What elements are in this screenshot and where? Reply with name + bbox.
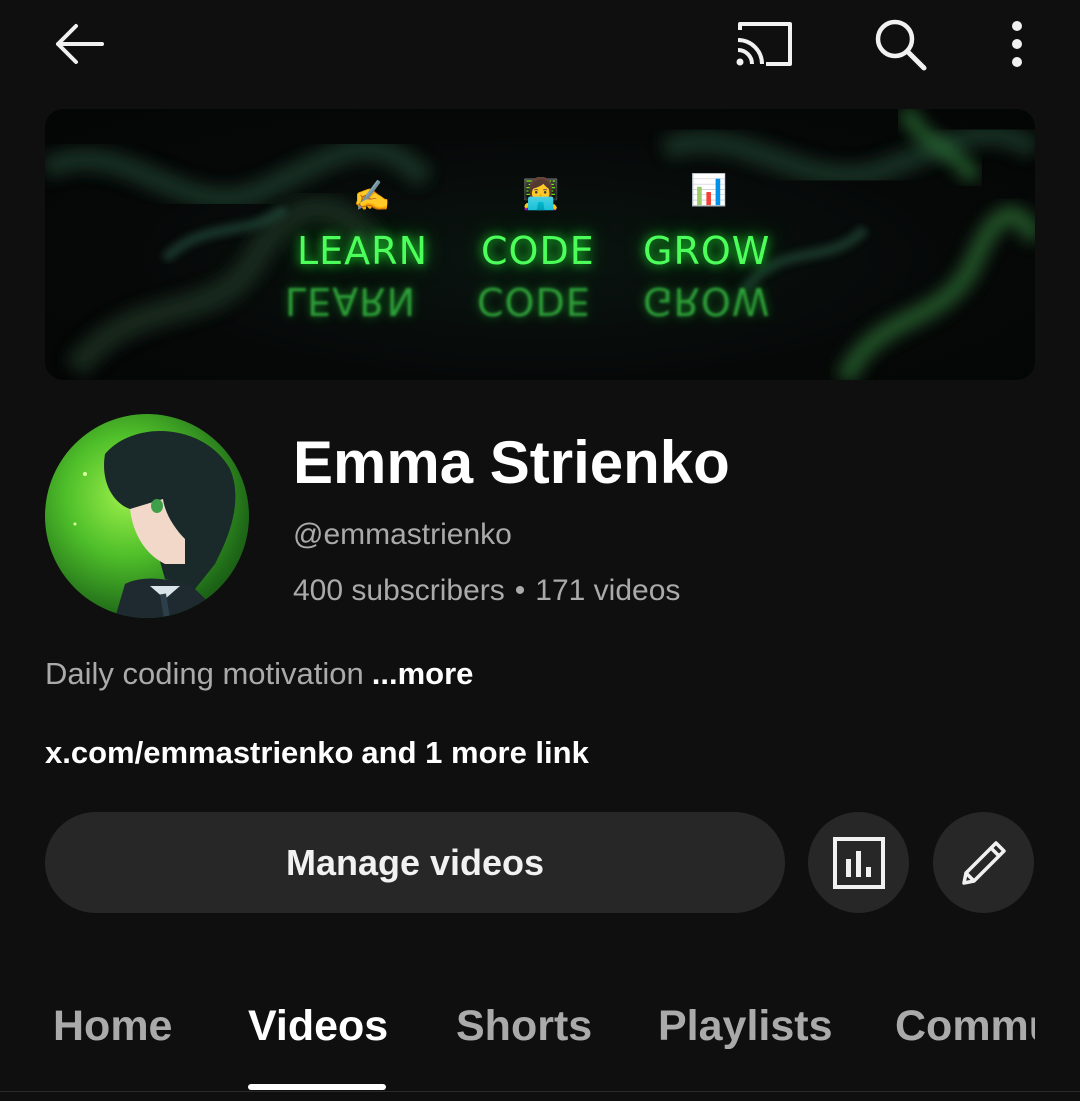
tab-playlists[interactable]: Playlists — [658, 1002, 833, 1051]
search-button[interactable] — [866, 12, 934, 76]
channel-tabs: Home Videos Shorts Playlists Commu — [0, 990, 1080, 1101]
video-count: 171 videos — [535, 574, 681, 607]
tab-videos[interactable]: Videos — [248, 1002, 388, 1051]
description-more-link[interactable]: ...more — [372, 656, 474, 691]
banner-reflection-learn: LEARN — [285, 279, 417, 323]
pencil-icon — [961, 840, 1006, 885]
channel-handle: @emmastrienko — [293, 518, 512, 551]
analytics-icon — [832, 836, 885, 889]
banner-word-learn: LEARN — [297, 229, 429, 273]
channel-more-links[interactable]: and 1 more link — [361, 735, 588, 770]
channel-link-url[interactable]: x.com/emmastrienko — [45, 735, 353, 770]
avatar-illustration — [73, 431, 236, 618]
banner-word-grow: GROW — [643, 229, 771, 273]
channel-description[interactable]: Daily coding motivation ...more — [45, 656, 473, 692]
writing-hand-emoji: ✍ — [353, 180, 391, 213]
bar-chart-emoji: 📊 — [690, 174, 728, 207]
subscriber-count: 400 subscribers — [293, 574, 505, 607]
cast-button[interactable] — [728, 14, 800, 74]
banner-word-code: CODE — [481, 229, 595, 273]
edit-channel-button[interactable] — [933, 812, 1034, 913]
tab-shorts[interactable]: Shorts — [456, 1002, 592, 1051]
manage-videos-button[interactable]: Manage videos — [45, 812, 785, 913]
analytics-button[interactable] — [808, 812, 909, 913]
tab-community[interactable]: Commu — [895, 1002, 1035, 1051]
search-icon — [875, 19, 927, 71]
banner-reflection-grow: GROW — [643, 279, 771, 323]
banner-reflection-code: CODE — [477, 279, 591, 323]
channel-avatar[interactable] — [45, 414, 249, 618]
more-vertical-icon — [1012, 21, 1022, 67]
channel-stats: 400 subscribers • 171 videos — [293, 574, 680, 608]
channel-banner[interactable]: ✍ 👩‍💻 📊 LEARN CODE GROW LEARN CODE GROW — [45, 109, 1035, 380]
technologist-emoji: 👩‍💻 — [522, 178, 560, 211]
top-app-bar — [0, 0, 1080, 90]
tabs-divider — [0, 1091, 1080, 1092]
cast-icon — [736, 22, 792, 66]
active-tab-indicator — [248, 1084, 386, 1090]
back-arrow-icon — [56, 24, 104, 64]
channel-name: Emma Strienko — [293, 429, 730, 496]
tab-home[interactable]: Home — [53, 1002, 172, 1051]
channel-links[interactable]: x.com/emmastrienko and 1 more link — [45, 735, 589, 771]
back-button[interactable] — [46, 16, 110, 72]
description-text: Daily coding motivation — [45, 656, 364, 691]
stats-separator: • — [514, 574, 526, 607]
more-options-button[interactable] — [992, 12, 1042, 76]
